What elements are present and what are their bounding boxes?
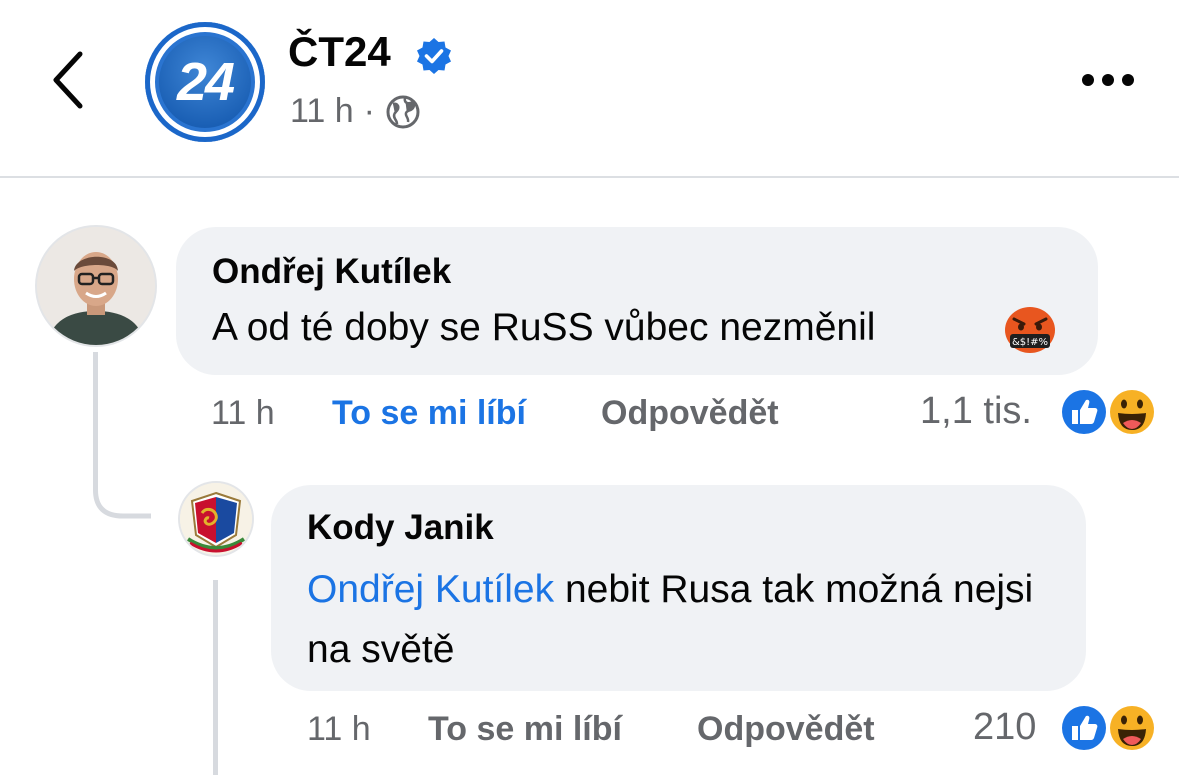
rage-face-emoji-icon: &$!#% bbox=[1005, 307, 1055, 353]
page-name[interactable]: ČT24 bbox=[288, 28, 391, 76]
globe-icon bbox=[386, 95, 420, 128]
reactions-icons[interactable] bbox=[1058, 702, 1158, 754]
reactions-icons[interactable] bbox=[1058, 386, 1158, 438]
header-divider bbox=[0, 176, 1179, 178]
reply-time: 11 h bbox=[307, 710, 371, 748]
back-arrow-icon[interactable] bbox=[46, 48, 92, 112]
reply-button[interactable]: Odpovědět bbox=[697, 710, 875, 749]
thread-line-curve bbox=[93, 470, 151, 519]
commenter-avatar[interactable] bbox=[37, 227, 155, 345]
reply-author[interactable]: Kody Janik bbox=[307, 508, 494, 548]
reply-text-block: Ondřej Kutílek nebit Rusa tak možná nejs… bbox=[307, 560, 1067, 680]
reply-button[interactable]: Odpovědět bbox=[601, 394, 779, 433]
reaction-count[interactable]: 210 bbox=[973, 706, 1036, 749]
thread-line-reply bbox=[213, 580, 218, 775]
post-time: 11 h bbox=[290, 92, 354, 130]
meta-separator: · bbox=[363, 92, 375, 130]
comment-text: A od té doby se RuSS vůbec nezměnil bbox=[212, 306, 876, 349]
like-button[interactable]: To se mi líbí bbox=[332, 394, 526, 433]
verified-badge-icon bbox=[417, 38, 451, 74]
post-meta: 11 h · bbox=[290, 92, 421, 131]
comment-bubble[interactable] bbox=[176, 227, 1098, 375]
mention-link[interactable]: Ondřej Kutílek bbox=[307, 568, 554, 611]
comment-time: 11 h bbox=[211, 394, 275, 432]
reply-author-avatar[interactable] bbox=[180, 483, 252, 555]
page-avatar-logo-text: 24 bbox=[176, 52, 235, 112]
svg-text:&$!#%: &$!#% bbox=[1012, 337, 1048, 348]
reaction-count[interactable]: 1,1 tis. bbox=[920, 390, 1032, 433]
comment-author[interactable]: Ondřej Kutílek bbox=[212, 252, 451, 292]
thread-line-vertical bbox=[93, 352, 98, 480]
like-button[interactable]: To se mi líbí bbox=[428, 710, 622, 749]
more-options-icon[interactable] bbox=[1080, 70, 1136, 90]
